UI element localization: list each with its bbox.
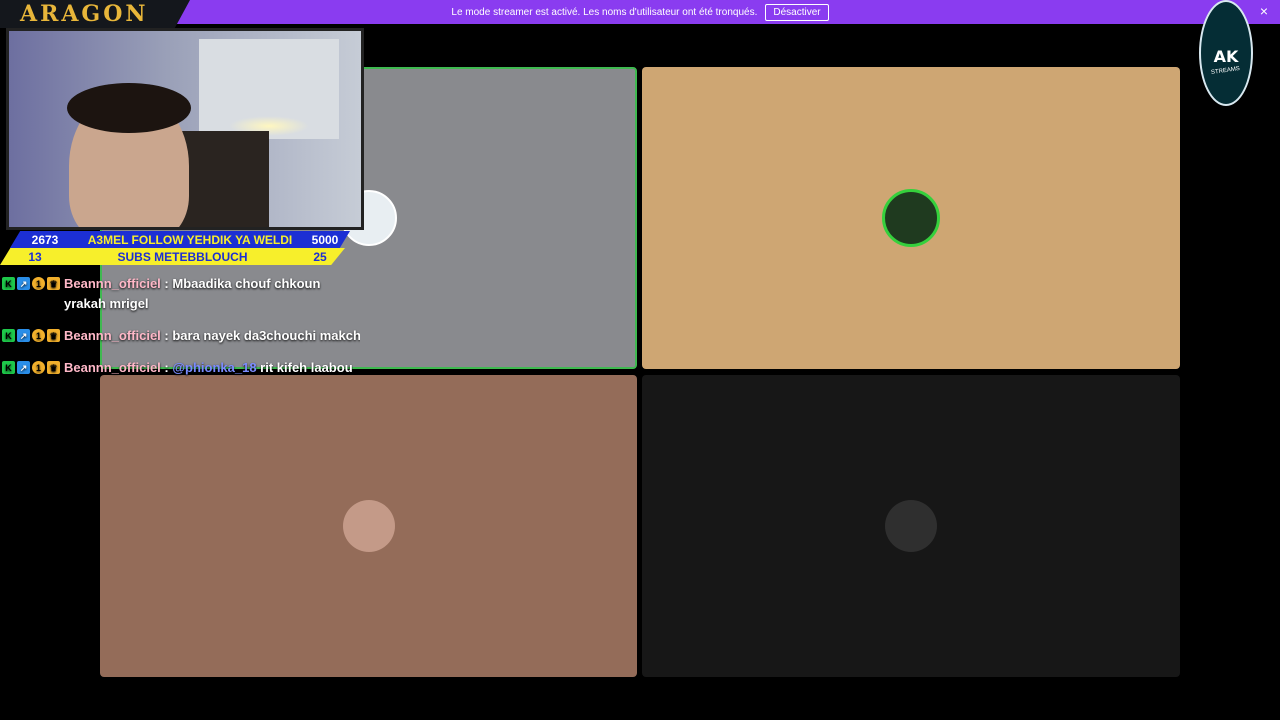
chat-text: rit kifeh laabou (256, 360, 353, 375)
chat-username: Beannn_officiel (64, 276, 161, 291)
disable-streamer-mode-button[interactable]: Désactiver (765, 3, 829, 21)
participant-avatar (342, 500, 395, 552)
chat-message: K ↗ 1 ♛ Beannn_officiel : @phionka_18 ri… (0, 352, 360, 384)
chat-overlay: K ↗ 1 ♛ Beannn_officiel : Mbaadika chouf… (0, 268, 360, 384)
kick-icon: K (2, 277, 15, 290)
chat-message: K ↗ 1 ♛ Beannn_officiel : Mbaadika chouf… (0, 268, 360, 320)
close-icon[interactable]: × (1260, 3, 1268, 19)
webcam-feed (6, 28, 364, 230)
ak-logo-text: AK (1213, 46, 1239, 66)
sub-tier-icon: 1 (32, 277, 45, 290)
participant-avatar (885, 500, 937, 552)
sub-goal-title: SUBS METEBBLOUCH (117, 249, 248, 264)
user-badges: K ↗ 1 ♛ (2, 274, 60, 290)
ak-logo-subtext: STREAMS (1211, 65, 1241, 76)
participant-tile-2[interactable] (642, 67, 1180, 369)
sub-goal-bar: 13 SUBS METEBBLOUCH 25 (0, 248, 345, 265)
follow-goal-title: A3MEL FOLLOW YEHDIK YA WELDI (87, 232, 293, 247)
kick-icon: K (2, 329, 15, 342)
chat-message: K ↗ 1 ♛ Beannn_officiel : bara nayek da3… (0, 320, 360, 352)
chat-text: bara nayek da3chouchi makch (172, 328, 360, 343)
sub-count: 13 (28, 249, 42, 264)
prime-icon: ↗ (17, 329, 30, 342)
prime-icon: ↗ (17, 277, 30, 290)
streamer-hair (67, 83, 191, 133)
follow-goal-target: 5000 (311, 232, 339, 247)
chat-separator: : (160, 328, 173, 343)
crown-icon: ♛ (47, 361, 60, 374)
participant-tile-4[interactable] (642, 375, 1180, 677)
ak-streams-logo: AK STREAMS (1199, 0, 1253, 106)
crown-icon: ♛ (47, 277, 60, 290)
participant-avatar (882, 189, 940, 247)
chat-separator: : (160, 276, 173, 291)
user-badges: K ↗ 1 ♛ (2, 358, 60, 374)
user-badges: K ↗ 1 ♛ (2, 326, 60, 342)
goal-bars: 2673 A3MEL FOLLOW YEHDIK YA WELDI 5000 1… (0, 231, 360, 265)
streamer-mode-banner: Le mode streamer est activé. Les noms d'… (0, 0, 1280, 24)
chat-username: Beannn_officiel (64, 360, 161, 375)
aragon-logo: ARAGON (0, 0, 190, 28)
chat-username: Beannn_officiel (64, 328, 161, 343)
chat-mention[interactable]: @phionka_18 (172, 360, 256, 375)
follow-goal-bar: 2673 A3MEL FOLLOW YEHDIK YA WELDI 5000 (10, 231, 350, 248)
sub-goal-target: 25 (313, 249, 327, 264)
prime-icon: ↗ (17, 361, 30, 374)
kick-icon: K (2, 361, 15, 374)
sub-tier-icon: 1 (32, 329, 45, 342)
participant-tile-3[interactable] (100, 375, 637, 677)
crown-icon: ♛ (47, 329, 60, 342)
sub-tier-icon: 1 (32, 361, 45, 374)
banner-message: Le mode streamer est activé. Les noms d'… (451, 6, 758, 18)
follow-count: 2673 (31, 232, 59, 247)
chat-separator: : (160, 360, 173, 375)
